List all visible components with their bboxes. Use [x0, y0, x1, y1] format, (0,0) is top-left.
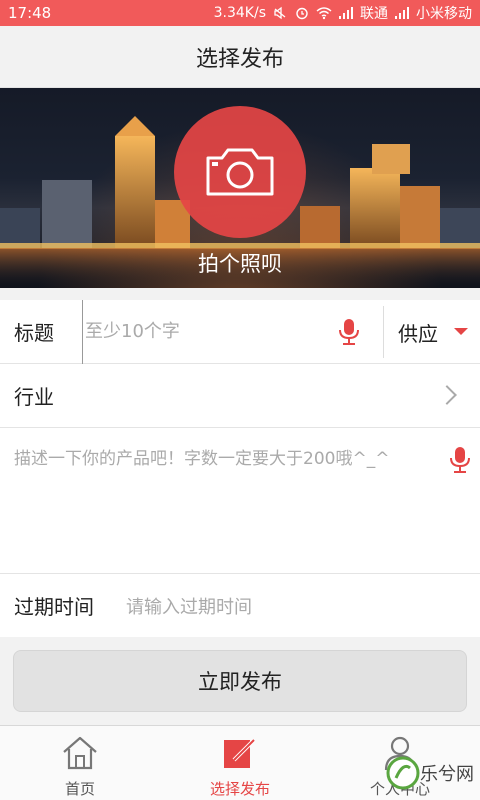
divider: [383, 306, 384, 358]
take-photo-label: 拍个照呗: [198, 252, 282, 276]
industry-label: 行业: [14, 385, 54, 409]
nav-home-label: 首页: [64, 780, 95, 798]
camera-button[interactable]: [174, 106, 306, 238]
carrier-xiaomi: 小米移动: [416, 6, 472, 22]
title-bar: 选择发布: [0, 26, 480, 88]
alarm-icon: [296, 7, 308, 20]
title-placeholder: 至少10个字: [85, 321, 180, 342]
nav-publish-label: 选择发布: [209, 780, 270, 798]
wifi-icon: [316, 7, 332, 20]
signal-icon: [339, 7, 353, 19]
network-speed: 3.34K/s: [213, 5, 266, 21]
microphone-icon[interactable]: [338, 318, 360, 346]
dropdown-arrow-icon[interactable]: [454, 328, 468, 335]
title-row: 标题 至少10个字 供应: [0, 300, 480, 364]
chevron-right-icon: [437, 385, 457, 405]
status-bar: 17:48 3.34K/s 联通 小米移动: [0, 0, 480, 26]
description-textarea[interactable]: 描述一下你的产品吧！字数一定要大于200哦^_^: [0, 428, 480, 574]
expire-label: 过期时间: [14, 595, 94, 619]
nav-publish[interactable]: 选择发布: [160, 726, 320, 800]
publish-icon: [224, 738, 256, 768]
status-time: 17:48: [8, 4, 52, 22]
microphone-icon[interactable]: [449, 446, 471, 474]
expire-input[interactable]: 请输入过期时间: [126, 574, 252, 638]
industry-row[interactable]: 行业: [0, 364, 480, 428]
expire-row: 过期时间 请输入过期时间: [0, 574, 480, 638]
hero-photo-banner[interactable]: 拍个照呗: [0, 88, 480, 288]
home-icon: [63, 736, 97, 770]
publish-area: 立即发布: [0, 637, 480, 725]
watermark-icon: [386, 756, 420, 790]
watermark-logo: 乐兮网: [384, 748, 480, 800]
carrier-unicom: 联通: [360, 6, 388, 22]
publish-form: 标题 至少10个字 供应 行业 描述一下你的产品吧！字数一定要大于200哦^_^…: [0, 300, 480, 638]
page-title: 选择发布: [195, 46, 284, 72]
description-placeholder: 描述一下你的产品吧！字数一定要大于200哦^_^: [14, 449, 390, 469]
silent-icon: [274, 6, 286, 20]
nav-home[interactable]: 首页: [0, 726, 160, 800]
type-dropdown[interactable]: 供应: [398, 300, 438, 364]
camera-icon: [206, 148, 274, 196]
publish-button[interactable]: 立即发布: [13, 650, 467, 712]
watermark-text: 乐兮网: [420, 764, 474, 785]
title-input[interactable]: 至少10个字: [82, 300, 180, 364]
title-label: 标题: [14, 321, 54, 345]
signal-icon-2: [395, 7, 409, 19]
